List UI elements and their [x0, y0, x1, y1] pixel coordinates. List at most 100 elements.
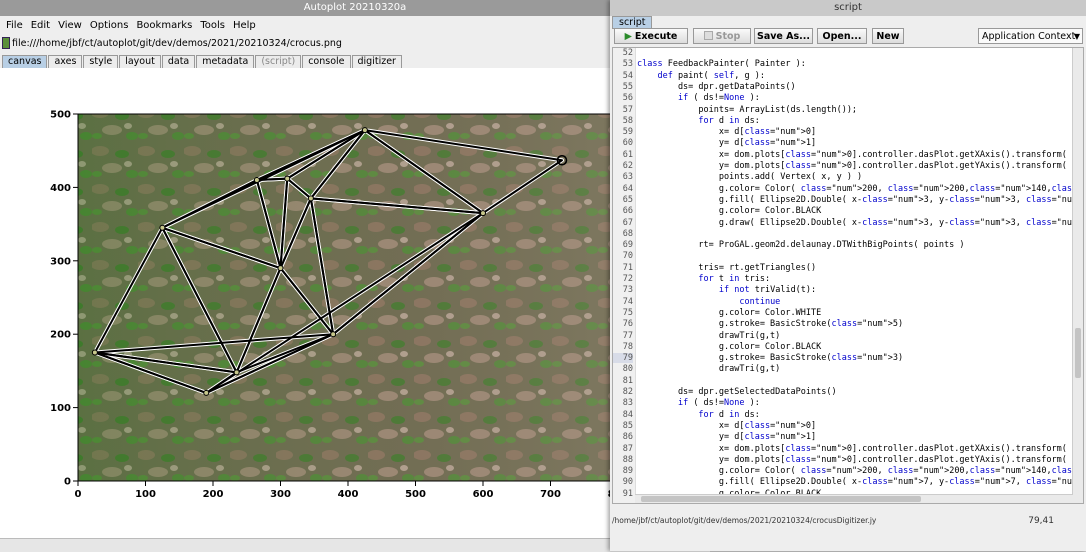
autoplot-window: Autoplot 20210320a File Edit View Option…	[0, 0, 710, 552]
tab-style[interactable]: style	[83, 55, 119, 68]
tab-axes[interactable]: axes	[48, 55, 83, 68]
menu-tools[interactable]: Tools	[196, 20, 229, 31]
tab-data[interactable]: data	[161, 55, 196, 68]
script-window: script script ▶ Execute Stop Save As... O…	[610, 0, 1086, 551]
plot-svg[interactable]: 0100200300400500600700800 01002003004005…	[0, 68, 710, 538]
stop-button[interactable]: Stop	[693, 28, 751, 44]
line-number: 77	[622, 330, 633, 341]
data-point[interactable]	[253, 177, 260, 184]
code-line[interactable]: points.add( Vertex( x, y ) )	[637, 172, 862, 182]
y-tick-label: 500	[50, 110, 71, 121]
code-line[interactable]: g.color= Color.WHITE	[637, 308, 821, 318]
save-as-button[interactable]: Save As...	[754, 28, 813, 44]
code-line[interactable]: rt= ProGAL.geom2d.delaunay.DTWithBigPoin…	[637, 240, 964, 250]
code-line[interactable]: g.fill( Ellipse2D.Double( x-class="num">…	[637, 195, 1083, 205]
data-point[interactable]	[203, 389, 210, 396]
code-line[interactable]: y= d[class="num">1]	[637, 138, 816, 148]
line-number: 85	[622, 420, 633, 431]
tab-script[interactable]: (script)	[255, 55, 302, 68]
code-line[interactable]: tris= rt.getTriangles()	[637, 263, 816, 273]
tab-layout[interactable]: layout	[119, 55, 161, 68]
code-line[interactable]: drawTri(g,t)	[637, 364, 780, 374]
data-point[interactable]	[361, 127, 368, 134]
code-line[interactable]: ds= dpr.getSelectedDataPoints()	[637, 387, 837, 397]
autoplot-title: Autoplot 20210320a	[0, 0, 710, 16]
tab-metadata[interactable]: metadata	[196, 55, 255, 68]
code-line[interactable]: g.stroke= BasicStroke(class="num">5)	[637, 319, 903, 329]
code-line[interactable]: g.fill( Ellipse2D.Double( x-class="num">…	[637, 477, 1083, 487]
address-bar[interactable]: file:///home/jbf/ct/autoplot/git/dev/dem…	[2, 36, 642, 50]
code-line[interactable]: g.stroke= BasicStroke(class="num">3)	[637, 353, 903, 363]
code-line[interactable]: x= dom.plots[class="num">0].controller.d…	[637, 150, 1083, 160]
line-number: 74	[622, 296, 633, 307]
code-line[interactable]: g.color= Color( class="num">200, class="…	[637, 184, 1083, 194]
script-status-bar: /home/jbf/ct/autoplot/git/dev/demos/2021…	[612, 514, 1082, 528]
vertical-scroll-thumb[interactable]	[1075, 328, 1081, 378]
code-line[interactable]: continue	[637, 297, 780, 307]
data-point[interactable]	[480, 210, 486, 217]
code-line[interactable]: y= dom.plots[class="num">0].controller.d…	[637, 161, 1083, 171]
line-number: 57	[622, 104, 633, 115]
line-number: 60	[622, 138, 633, 149]
code-line[interactable]: points= ArrayList(ds.length());	[637, 105, 857, 115]
data-point[interactable]	[330, 331, 337, 338]
line-number: 71	[622, 262, 633, 273]
code-line[interactable]: if not triValid(t):	[637, 285, 816, 295]
menu-bookmarks[interactable]: Bookmarks	[132, 20, 196, 31]
code-line[interactable]: drawTri(g,t)	[637, 331, 780, 341]
line-number: 68	[622, 228, 633, 239]
execute-button[interactable]: ▶ Execute	[614, 28, 688, 44]
execute-label: Execute	[634, 31, 678, 42]
code-line[interactable]: y= dom.plots[class="num">0].controller.d…	[637, 455, 1083, 465]
code-line[interactable]: if ( ds!=None ):	[637, 398, 760, 408]
horizontal-scrollbar[interactable]	[635, 494, 1073, 503]
menu-file[interactable]: File	[2, 20, 27, 31]
code-line[interactable]: def paint( self, g ):	[637, 71, 765, 81]
code-line[interactable]: for d in ds:	[637, 116, 759, 126]
code-line[interactable]: for d in ds:	[637, 410, 759, 420]
code-line[interactable]: for t in tris:	[637, 274, 770, 284]
code-line[interactable]: if ( ds!=None ):	[637, 93, 760, 103]
cursor-position: 79,41	[1028, 516, 1054, 526]
data-point[interactable]	[233, 369, 240, 376]
data-point[interactable]	[284, 175, 291, 182]
code-line[interactable]: class FeedbackPainter( Painter ):	[637, 59, 806, 69]
line-number: 56	[622, 93, 633, 104]
code-line[interactable]: g.color= Color.BLACK	[637, 206, 821, 216]
horizontal-scroll-thumb[interactable]	[641, 496, 921, 502]
line-number: 73	[622, 285, 633, 296]
code-line[interactable]: ds= dpr.getDataPoints()	[637, 82, 796, 92]
code-line[interactable]: x= d[class="num">0]	[637, 127, 816, 137]
data-point[interactable]	[159, 224, 166, 231]
open-button[interactable]: Open...	[817, 28, 867, 44]
code-line[interactable]: x= d[class="num">0]	[637, 421, 816, 431]
line-number: 81	[622, 375, 633, 386]
tab-canvas[interactable]: canvas	[2, 55, 48, 68]
code-line[interactable]: g.color= Color( class="num">200, class="…	[637, 466, 1083, 476]
menu-edit[interactable]: Edit	[27, 20, 54, 31]
code-line[interactable]: y= d[class="num">1]	[637, 432, 816, 442]
line-number: 70	[622, 251, 633, 262]
context-dropdown[interactable]: Application Context ▼	[978, 28, 1083, 44]
url-field[interactable]: file:///home/jbf/ct/autoplot/git/dev/dem…	[12, 38, 342, 49]
code-line[interactable]: x= dom.plots[class="num">0].controller.d…	[637, 444, 1083, 454]
y-tick-label: 400	[50, 183, 71, 194]
vertical-scrollbar[interactable]	[1072, 48, 1083, 503]
y-tick-label: 100	[50, 403, 71, 414]
plot-canvas[interactable]: 0100200300400500600700800 01002003004005…	[0, 68, 710, 538]
code-editor[interactable]: 52 53 54 55 56 57 58 59 60 61 62 63 64 65 66 67 68 69 70 71…	[612, 47, 1084, 504]
data-point[interactable]	[91, 349, 98, 356]
tab-console[interactable]: console	[302, 55, 351, 68]
code-line[interactable]: g.draw( Ellipse2D.Double( x-class="num">…	[637, 218, 1083, 228]
line-number: 65	[622, 194, 633, 205]
new-button[interactable]: New	[872, 28, 904, 44]
tab-digitizer[interactable]: digitizer	[351, 55, 402, 68]
line-number: 83	[622, 398, 633, 409]
line-number: 76	[622, 319, 633, 330]
menu-options[interactable]: Options	[86, 20, 133, 31]
code-line[interactable]: g.color= Color.BLACK	[637, 342, 821, 352]
data-point[interactable]	[307, 195, 314, 202]
menu-help[interactable]: Help	[229, 20, 260, 31]
data-point[interactable]	[277, 265, 284, 272]
menu-view[interactable]: View	[54, 20, 86, 31]
